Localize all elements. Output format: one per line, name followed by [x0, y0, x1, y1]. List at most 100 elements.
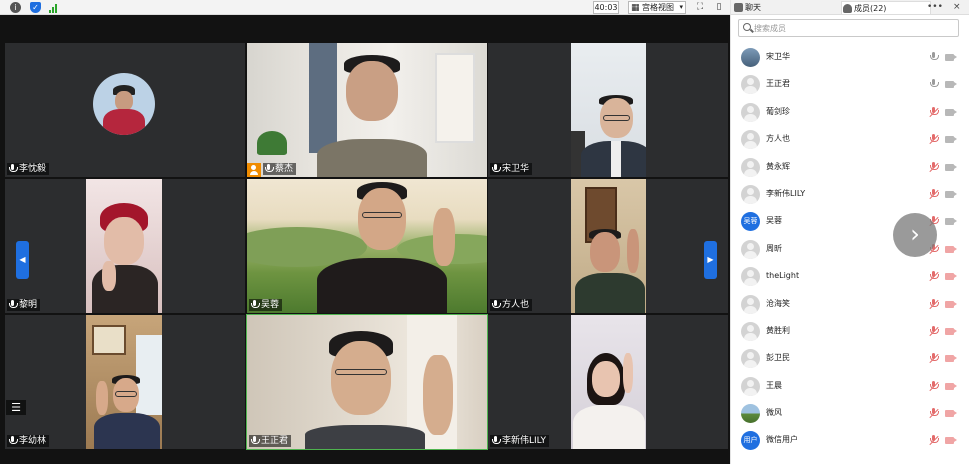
microphone-muted-icon[interactable] [929, 161, 939, 173]
member-name: 黄永辉 [766, 161, 790, 171]
member-row[interactable]: theLight [731, 263, 969, 290]
video-tile[interactable]: 蔡杰 [247, 43, 487, 177]
video-tile[interactable]: 李新伟LILY [488, 315, 728, 449]
member-name: 吴蓉 [766, 216, 782, 226]
member-name: 周昕 [766, 243, 782, 253]
chat-icon [734, 3, 743, 12]
view-mode-select[interactable]: ▦ 宫格视图 ▾ [628, 1, 686, 14]
camera-icon[interactable] [945, 81, 957, 89]
signal-icon[interactable] [49, 2, 60, 13]
camera-icon[interactable] [945, 108, 957, 116]
tab-members[interactable]: 成员(22) [841, 1, 931, 14]
microphone-icon [492, 300, 501, 310]
previous-page-button[interactable]: ◀ [16, 241, 29, 279]
video-tile-active-speaker[interactable]: 王正君 [246, 314, 488, 450]
fullscreen-icon[interactable]: ⛶ [694, 1, 706, 14]
member-row[interactable]: 李新伟LILY [731, 181, 969, 208]
participant-name: 李幼林 [19, 436, 47, 446]
participant-name-tag: 蔡杰 [263, 163, 297, 175]
avatar [741, 294, 760, 314]
more-options-icon[interactable]: ••• [927, 1, 943, 14]
member-name: 葡剑珍 [766, 106, 790, 116]
camera-off-icon[interactable] [945, 327, 957, 335]
camera-off-icon[interactable] [945, 382, 957, 390]
menu-icon[interactable]: ☰ [6, 400, 26, 415]
member-name: 王正君 [766, 79, 790, 89]
microphone-muted-icon[interactable] [929, 435, 939, 446]
microphone-icon[interactable] [929, 79, 939, 90]
avatar [741, 321, 760, 341]
participant-name-tag: 吴蓉 [249, 299, 283, 311]
member-row[interactable]: 方人也 [731, 126, 969, 153]
video-tile[interactable]: 宋卫华 [488, 43, 728, 177]
chevron-right-icon[interactable]: › [893, 213, 937, 257]
microphone-muted-icon[interactable] [929, 408, 939, 419]
microphone-muted-icon[interactable] [929, 353, 939, 364]
camera-off-icon[interactable] [945, 410, 957, 418]
member-search[interactable] [738, 19, 959, 37]
camera-off-icon[interactable] [945, 245, 957, 253]
microphone-muted-icon[interactable] [929, 188, 939, 200]
avatar [741, 239, 760, 259]
member-row[interactable]: 用户 微信用户 [731, 427, 969, 454]
member-row[interactable]: 葡剑珍 [731, 99, 969, 126]
member-row[interactable]: 微风 [731, 400, 969, 427]
avatar [741, 404, 760, 424]
member-name: 宋卫华 [766, 52, 790, 61]
avatar: 吴蓉 [741, 212, 760, 232]
microphone-icon [9, 436, 18, 446]
microphone-muted-icon[interactable] [929, 106, 939, 118]
top-toolbar: i ✓ 40:03 ▦ 宫格视图 ▾ ⛶ ▯ [0, 0, 730, 15]
video-tile[interactable]: 李幼林 [5, 315, 245, 449]
shield-icon[interactable]: ✓ [30, 2, 41, 13]
video-tile[interactable]: 黎明 [5, 179, 245, 313]
participant-name: 李新伟LILY [502, 436, 546, 446]
info-icon[interactable]: i [10, 2, 21, 13]
host-badge-icon [247, 163, 261, 177]
member-row[interactable]: 黄胜利 [731, 318, 969, 345]
microphone-icon[interactable] [929, 52, 939, 63]
avatar [741, 376, 760, 396]
camera-icon[interactable] [945, 163, 957, 171]
microphone-icon [251, 300, 260, 310]
camera-icon[interactable] [945, 54, 957, 61]
participant-name-tag: 方人也 [490, 299, 533, 311]
member-row[interactable]: 王正君 [731, 71, 969, 98]
camera-off-icon[interactable] [945, 437, 957, 445]
participant-name-tag: 李幼林 [7, 435, 50, 447]
video-tile[interactable]: 吴蓉 [247, 179, 487, 313]
member-name: 沧海笑 [766, 298, 790, 308]
member-row[interactable]: 黄永辉 [731, 154, 969, 181]
camera-icon[interactable] [945, 136, 957, 144]
next-page-button[interactable]: ▶ [704, 241, 717, 279]
microphone-muted-icon[interactable] [929, 325, 939, 337]
search-input[interactable] [754, 21, 954, 35]
close-icon[interactable]: × [953, 1, 961, 14]
member-row[interactable]: 宋卫华 [731, 44, 969, 71]
tab-chat[interactable]: 聊天 [733, 1, 837, 14]
window-icon[interactable]: ▯ [713, 1, 725, 14]
member-row[interactable]: 王晨 [731, 373, 969, 400]
participant-name: 蔡杰 [275, 164, 294, 174]
meeting-window: i ✓ 40:03 ▦ 宫格视图 ▾ ⛶ ▯ 李忱毅 蔡杰 宋卫华 黎明 吴蓉 … [0, 0, 969, 464]
camera-off-icon[interactable] [945, 355, 957, 363]
microphone-muted-icon[interactable] [929, 298, 939, 310]
video-tile[interactable]: 方人也 [488, 179, 728, 313]
microphone-muted-icon[interactable] [929, 134, 939, 145]
microphone-muted-icon[interactable] [929, 380, 939, 392]
member-row[interactable]: 彭卫民 [731, 345, 969, 372]
microphone-muted-icon[interactable] [929, 271, 939, 282]
avatar [741, 130, 760, 150]
participant-name-tag: 宋卫华 [490, 163, 533, 175]
avatar [741, 48, 760, 67]
camera-icon[interactable] [945, 218, 957, 226]
camera-off-icon[interactable] [945, 273, 957, 281]
member-row[interactable]: 沧海笑 [731, 291, 969, 318]
video-tile[interactable]: 李忱毅 [5, 43, 245, 177]
tab-chat-label: 聊天 [745, 3, 761, 12]
camera-off-icon[interactable] [945, 300, 957, 308]
meeting-timer: 40:03 [593, 1, 619, 14]
avatar [741, 267, 760, 287]
camera-icon[interactable] [945, 190, 957, 198]
participant-name: 李忱毅 [19, 164, 47, 174]
